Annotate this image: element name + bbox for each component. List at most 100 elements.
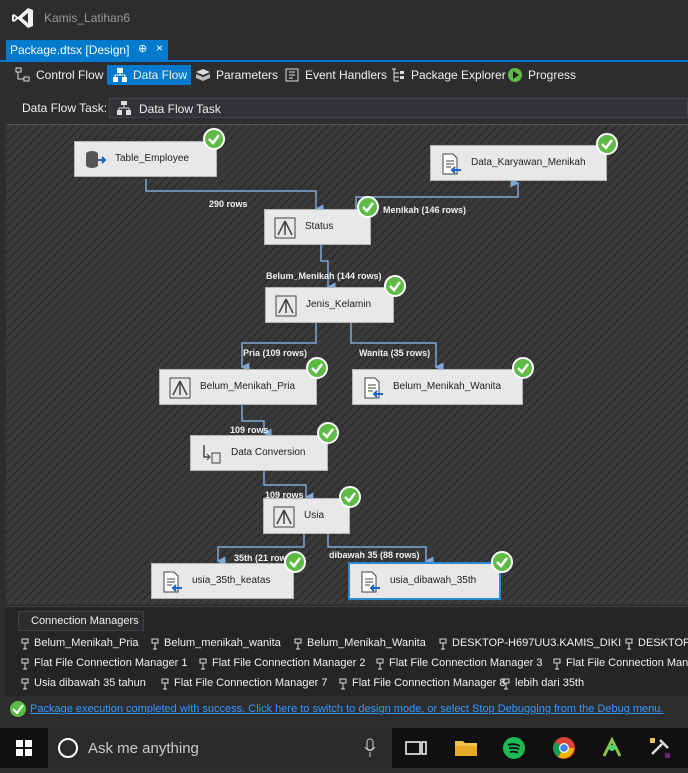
flat-file-destination-icon bbox=[163, 571, 182, 593]
path-label-menikah: Menikah (146 rows) bbox=[383, 205, 467, 215]
connection-manager-item[interactable]: Flat File Connection Manager 2 bbox=[198, 657, 365, 670]
connection-manager-item[interactable]: Usia dibawah 35 tahun bbox=[20, 677, 146, 690]
tab-event-handlers-label: Event Handlers bbox=[305, 68, 388, 82]
data-flow-task-label: Data Flow Task: bbox=[22, 101, 108, 115]
tab-data-flow[interactable]: Data Flow bbox=[107, 65, 192, 85]
tab-data-flow-label: Data Flow bbox=[133, 68, 188, 82]
path-label-pria: Pria (109 rows) bbox=[243, 348, 308, 358]
node-data-karyawan-menikah[interactable]: Data_Karyawan_Menikah bbox=[430, 145, 607, 181]
success-check-icon bbox=[317, 422, 339, 444]
node-label: usia_35th_keatas bbox=[192, 575, 271, 586]
data-flow-task-select[interactable]: Data Flow Task bbox=[109, 98, 688, 118]
node-usia-35th-keatas[interactable]: usia_35th_keatas bbox=[151, 563, 294, 599]
node-label: usia_dibawah_35th bbox=[390, 575, 477, 586]
flat-file-destination-icon bbox=[364, 377, 383, 399]
connection-icon bbox=[21, 638, 29, 650]
node-label: Table_Employee bbox=[115, 153, 189, 164]
node-label: Status bbox=[305, 221, 334, 232]
tab-control-flow-label: Control Flow bbox=[36, 68, 104, 82]
connection-icon bbox=[376, 658, 384, 670]
connection-manager-item[interactable]: DESKTOP-H697UU3.KAMIS_DIKI bbox=[438, 637, 621, 650]
control-flow-icon bbox=[15, 67, 30, 82]
connection-manager-item[interactable]: lebih dari 35th bbox=[501, 677, 584, 690]
connection-manager-item[interactable]: Flat File Connection Manager 8 bbox=[338, 677, 505, 690]
switch-to-design-mode-link[interactable]: Package execution completed with success… bbox=[30, 703, 663, 715]
node-belum-menikah-pria[interactable]: Belum_Menikah_Pria bbox=[159, 369, 317, 405]
tab-control-flow[interactable]: Control Flow bbox=[10, 65, 107, 85]
success-check-icon bbox=[357, 196, 379, 218]
connection-managers-tab[interactable]: Connection Managers bbox=[18, 611, 144, 631]
event-handlers-icon bbox=[285, 68, 299, 82]
task-view-icon[interactable] bbox=[402, 734, 430, 762]
windows-taskbar: Ask me anything bbox=[0, 728, 688, 768]
path-label-290: 290 rows bbox=[209, 199, 248, 209]
node-label: Usia bbox=[304, 510, 325, 521]
connection-manager-item[interactable]: Flat File Connection Mana bbox=[552, 657, 688, 670]
close-icon[interactable]: × bbox=[156, 41, 163, 55]
conditional-split-icon bbox=[275, 295, 297, 317]
microphone-icon[interactable] bbox=[364, 738, 376, 758]
tab-event-handlers[interactable]: Event Handlers bbox=[279, 65, 391, 85]
node-jenis-kelamin[interactable]: Jenis_Kelamin bbox=[265, 287, 394, 323]
connection-manager-item[interactable]: DESKTOP- bbox=[624, 637, 688, 650]
connection-manager-item[interactable]: Flat File Connection Manager 7 bbox=[160, 677, 327, 690]
visual-studio-tools-icon[interactable] bbox=[646, 734, 674, 762]
node-label: Data Conversion bbox=[231, 447, 306, 458]
connection-manager-item[interactable]: Belum_Menikah_Wanita bbox=[293, 637, 426, 650]
connection-icon bbox=[502, 678, 510, 690]
chrome-icon[interactable] bbox=[550, 734, 578, 762]
data-flow-canvas[interactable]: 290 rows Menikah (146 rows) Belum_Menika… bbox=[6, 124, 688, 604]
connection-icon bbox=[294, 638, 302, 650]
start-button[interactable] bbox=[0, 728, 48, 768]
node-label: Belum_Menikah_Pria bbox=[200, 381, 296, 392]
conditional-split-icon bbox=[273, 506, 295, 528]
tab-package-explorer[interactable]: Package Explorer bbox=[385, 65, 510, 85]
data-flow-task-value: Data Flow Task bbox=[139, 102, 221, 116]
package-explorer-icon bbox=[392, 68, 404, 82]
node-label: Jenis_Kelamin bbox=[306, 299, 372, 310]
android-studio-icon[interactable] bbox=[598, 734, 626, 762]
success-check-icon bbox=[10, 701, 26, 717]
connection-manager-item[interactable]: Flat File Connection Manager 1 bbox=[20, 657, 187, 670]
node-status[interactable]: Status bbox=[264, 209, 371, 245]
path-label-belum-menikah: Belum_Menikah (144 rows) bbox=[266, 271, 382, 281]
success-check-icon bbox=[512, 357, 534, 379]
spotify-icon[interactable] bbox=[500, 734, 528, 762]
pin-icon[interactable]: ⊕ bbox=[138, 42, 147, 55]
node-label: Data_Karyawan_Menikah bbox=[471, 157, 586, 168]
conditional-split-icon bbox=[274, 217, 296, 239]
success-check-icon bbox=[491, 551, 513, 573]
connection-icon bbox=[339, 678, 347, 690]
tab-progress[interactable]: Progress bbox=[502, 65, 580, 85]
data-flow-task-row: Data Flow Task: Data Flow Task bbox=[0, 94, 688, 120]
progress-icon bbox=[508, 68, 522, 82]
connection-manager-item[interactable]: Flat File Connection Manager 3 bbox=[375, 657, 542, 670]
path-label-dibawah: dibawah 35 (88 rows) bbox=[329, 550, 420, 560]
node-table-employee[interactable]: Table_Employee bbox=[74, 141, 217, 177]
tab-parameters[interactable]: Parameters bbox=[190, 65, 282, 85]
connection-icon bbox=[161, 678, 169, 690]
node-usia-dibawah-35th[interactable]: usia_dibawah_35th bbox=[349, 563, 500, 599]
connection-managers-panel: Connection Managers Belum_Menikah_Pria B… bbox=[6, 606, 688, 696]
tab-parameters-label: Parameters bbox=[216, 68, 279, 82]
execution-status-bar: Package execution completed with success… bbox=[6, 698, 688, 720]
success-check-icon bbox=[284, 551, 306, 573]
connection-manager-item[interactable]: Belum_menikah_wanita bbox=[150, 637, 281, 650]
node-usia[interactable]: Usia bbox=[263, 498, 350, 534]
parameters-icon bbox=[196, 69, 210, 81]
node-belum-menikah-wanita[interactable]: Belum_Menikah_Wanita bbox=[352, 369, 523, 405]
data-flow-icon bbox=[113, 68, 127, 82]
cortana-search-box[interactable]: Ask me anything bbox=[48, 728, 392, 768]
title-bar: Kamis_Latihan6 bbox=[0, 0, 688, 38]
node-data-conversion[interactable]: Data Conversion bbox=[190, 435, 328, 471]
flat-file-destination-icon bbox=[442, 153, 461, 175]
connection-icon bbox=[21, 678, 29, 690]
windows-logo-icon bbox=[16, 740, 32, 756]
file-explorer-icon[interactable] bbox=[452, 734, 480, 762]
data-conversion-icon bbox=[203, 445, 221, 464]
data-flow-task-icon bbox=[117, 101, 131, 115]
success-check-icon bbox=[384, 275, 406, 297]
connection-manager-item[interactable]: Belum_Menikah_Pria bbox=[20, 637, 139, 650]
cortana-icon bbox=[58, 738, 78, 758]
document-tab[interactable]: Package.dtsx [Design] ⊕ × bbox=[6, 40, 168, 60]
